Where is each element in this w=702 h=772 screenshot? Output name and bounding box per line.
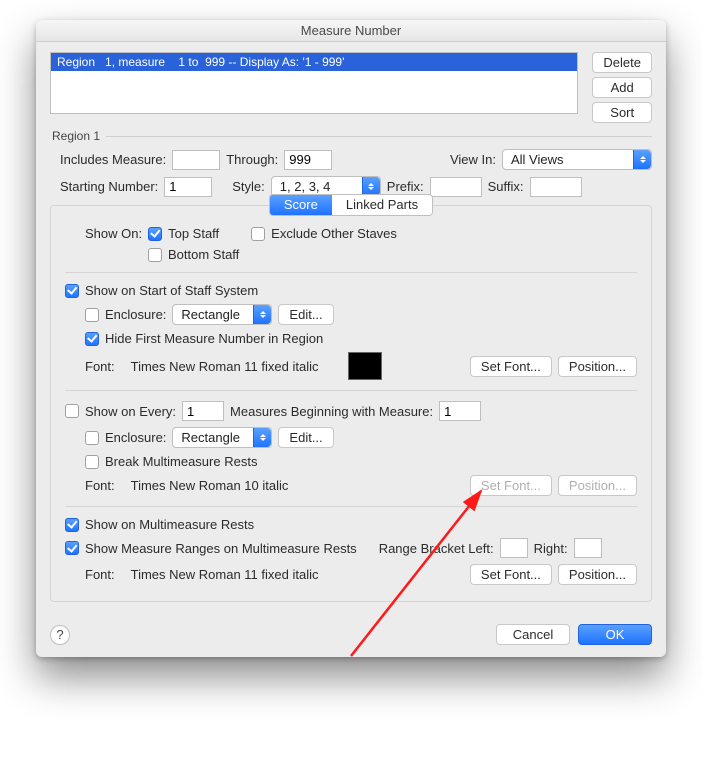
chevron-updown-icon	[253, 305, 271, 324]
edit1-button[interactable]: Edit...	[278, 304, 333, 325]
break-multi-label: Break Multimeasure Rests	[105, 454, 257, 469]
checkbox-icon	[148, 248, 162, 262]
font3-label: Font:	[85, 567, 115, 582]
dialog: Measure Number Region 1, measure 1 to 99…	[36, 20, 666, 657]
through-input[interactable]	[284, 150, 332, 170]
view-in-select[interactable]: All Views	[502, 149, 652, 170]
range-bracket-left-label: Range Bracket Left:	[379, 541, 494, 556]
tab-score[interactable]: Score	[270, 195, 332, 215]
position1-button[interactable]: Position...	[558, 356, 637, 377]
region-label: Region 1	[52, 129, 100, 143]
view-in-value: All Views	[511, 152, 564, 167]
tab-linked-parts[interactable]: Linked Parts	[332, 195, 432, 215]
every-input[interactable]	[182, 401, 224, 421]
divider	[65, 272, 637, 273]
includes-measure-input[interactable]	[172, 150, 220, 170]
show-start-label: Show on Start of Staff System	[85, 283, 258, 298]
checkbox-icon	[65, 284, 79, 298]
checkbox-icon	[85, 455, 99, 469]
sort-button[interactable]: Sort	[592, 102, 652, 123]
color-swatch[interactable]	[348, 352, 382, 380]
enclosure1-label: Enclosure:	[105, 307, 166, 322]
tabs[interactable]: Score Linked Parts	[269, 194, 433, 216]
hide-first-checkbox[interactable]: Hide First Measure Number in Region	[85, 331, 323, 346]
measures-beginning-label: Measures Beginning with Measure:	[230, 404, 433, 419]
show-on-label: Show On:	[85, 226, 142, 241]
divider	[106, 136, 652, 137]
includes-measure-label: Includes Measure:	[60, 152, 166, 167]
exclude-other-label: Exclude Other Staves	[271, 226, 397, 241]
starting-number-label: Starting Number:	[60, 179, 158, 194]
show-every-label: Show on Every:	[85, 404, 176, 419]
position3-button[interactable]: Position...	[558, 564, 637, 585]
show-every-checkbox[interactable]: Show on Every:	[65, 404, 176, 419]
checkbox-icon	[65, 541, 79, 555]
checkbox-icon	[65, 518, 79, 532]
enclosure2-value: Rectangle	[181, 430, 240, 445]
ok-button[interactable]: OK	[578, 624, 652, 645]
font2-label: Font:	[85, 478, 115, 493]
exclude-other-staves-checkbox[interactable]: Exclude Other Staves	[251, 226, 397, 241]
style-value: 1, 2, 3, 4	[280, 179, 331, 194]
position2-button[interactable]: Position...	[558, 475, 637, 496]
delete-button[interactable]: Delete	[592, 52, 652, 73]
enclosure1-value: Rectangle	[181, 307, 240, 322]
help-button[interactable]: ?	[50, 625, 70, 645]
beginning-input[interactable]	[439, 401, 481, 421]
view-in-label: View In:	[450, 152, 496, 167]
divider	[65, 506, 637, 507]
font3-value: Times New Roman 11 fixed italic	[131, 567, 319, 582]
bottom-staff-checkbox[interactable]: Bottom Staff	[148, 247, 239, 262]
enclosure2-label: Enclosure:	[105, 430, 166, 445]
show-multi-label: Show on Multimeasure Rests	[85, 517, 254, 532]
add-button[interactable]: Add	[592, 77, 652, 98]
show-multi-checkbox[interactable]: Show on Multimeasure Rests	[65, 517, 254, 532]
font2-value: Times New Roman 10 italic	[131, 478, 289, 493]
checkbox-icon	[85, 431, 99, 445]
checkbox-icon	[148, 227, 162, 241]
show-ranges-checkbox[interactable]: Show Measure Ranges on Multimeasure Rest…	[65, 541, 357, 556]
setfont2-button[interactable]: Set Font...	[470, 475, 552, 496]
bottom-staff-label: Bottom Staff	[168, 247, 239, 262]
range-bracket-right-label: Right:	[534, 541, 568, 556]
top-staff-checkbox[interactable]: Top Staff	[148, 226, 219, 241]
font1-label: Font:	[85, 359, 115, 374]
title-bar: Measure Number	[36, 20, 666, 42]
setfont1-button[interactable]: Set Font...	[470, 356, 552, 377]
chevron-updown-icon	[253, 428, 271, 447]
enclosure2-select[interactable]: Rectangle	[172, 427, 272, 448]
region-label-row: Region 1	[52, 129, 652, 143]
suffix-label: Suffix:	[488, 179, 524, 194]
hide-first-label: Hide First Measure Number in Region	[105, 331, 323, 346]
divider	[65, 390, 637, 391]
region-list[interactable]: Region 1, measure 1 to 999 -- Display As…	[50, 52, 578, 114]
style-label: Style:	[232, 179, 265, 194]
edit2-button[interactable]: Edit...	[278, 427, 333, 448]
bracket-left-input[interactable]	[500, 538, 528, 558]
enclosure1-checkbox[interactable]: Enclosure:	[85, 307, 166, 322]
show-start-checkbox[interactable]: Show on Start of Staff System	[65, 283, 258, 298]
checkbox-icon	[251, 227, 265, 241]
prefix-label: Prefix:	[387, 179, 424, 194]
cancel-button[interactable]: Cancel	[496, 624, 570, 645]
bracket-right-input[interactable]	[574, 538, 602, 558]
options-panel: Score Linked Parts Show On: Top Staff Ex…	[50, 205, 652, 602]
enclosure1-select[interactable]: Rectangle	[172, 304, 272, 325]
show-ranges-label: Show Measure Ranges on Multimeasure Rest…	[85, 541, 357, 556]
font1-value: Times New Roman 11 fixed italic	[131, 359, 319, 374]
setfont3-button[interactable]: Set Font...	[470, 564, 552, 585]
through-label: Through:	[226, 152, 278, 167]
top-staff-label: Top Staff	[168, 226, 219, 241]
break-multi-checkbox[interactable]: Break Multimeasure Rests	[85, 454, 257, 469]
chevron-updown-icon	[633, 150, 651, 169]
checkbox-icon	[85, 332, 99, 346]
region-list-item[interactable]: Region 1, measure 1 to 999 -- Display As…	[51, 53, 577, 71]
enclosure2-checkbox[interactable]: Enclosure:	[85, 430, 166, 445]
checkbox-icon	[65, 404, 79, 418]
checkbox-icon	[85, 308, 99, 322]
